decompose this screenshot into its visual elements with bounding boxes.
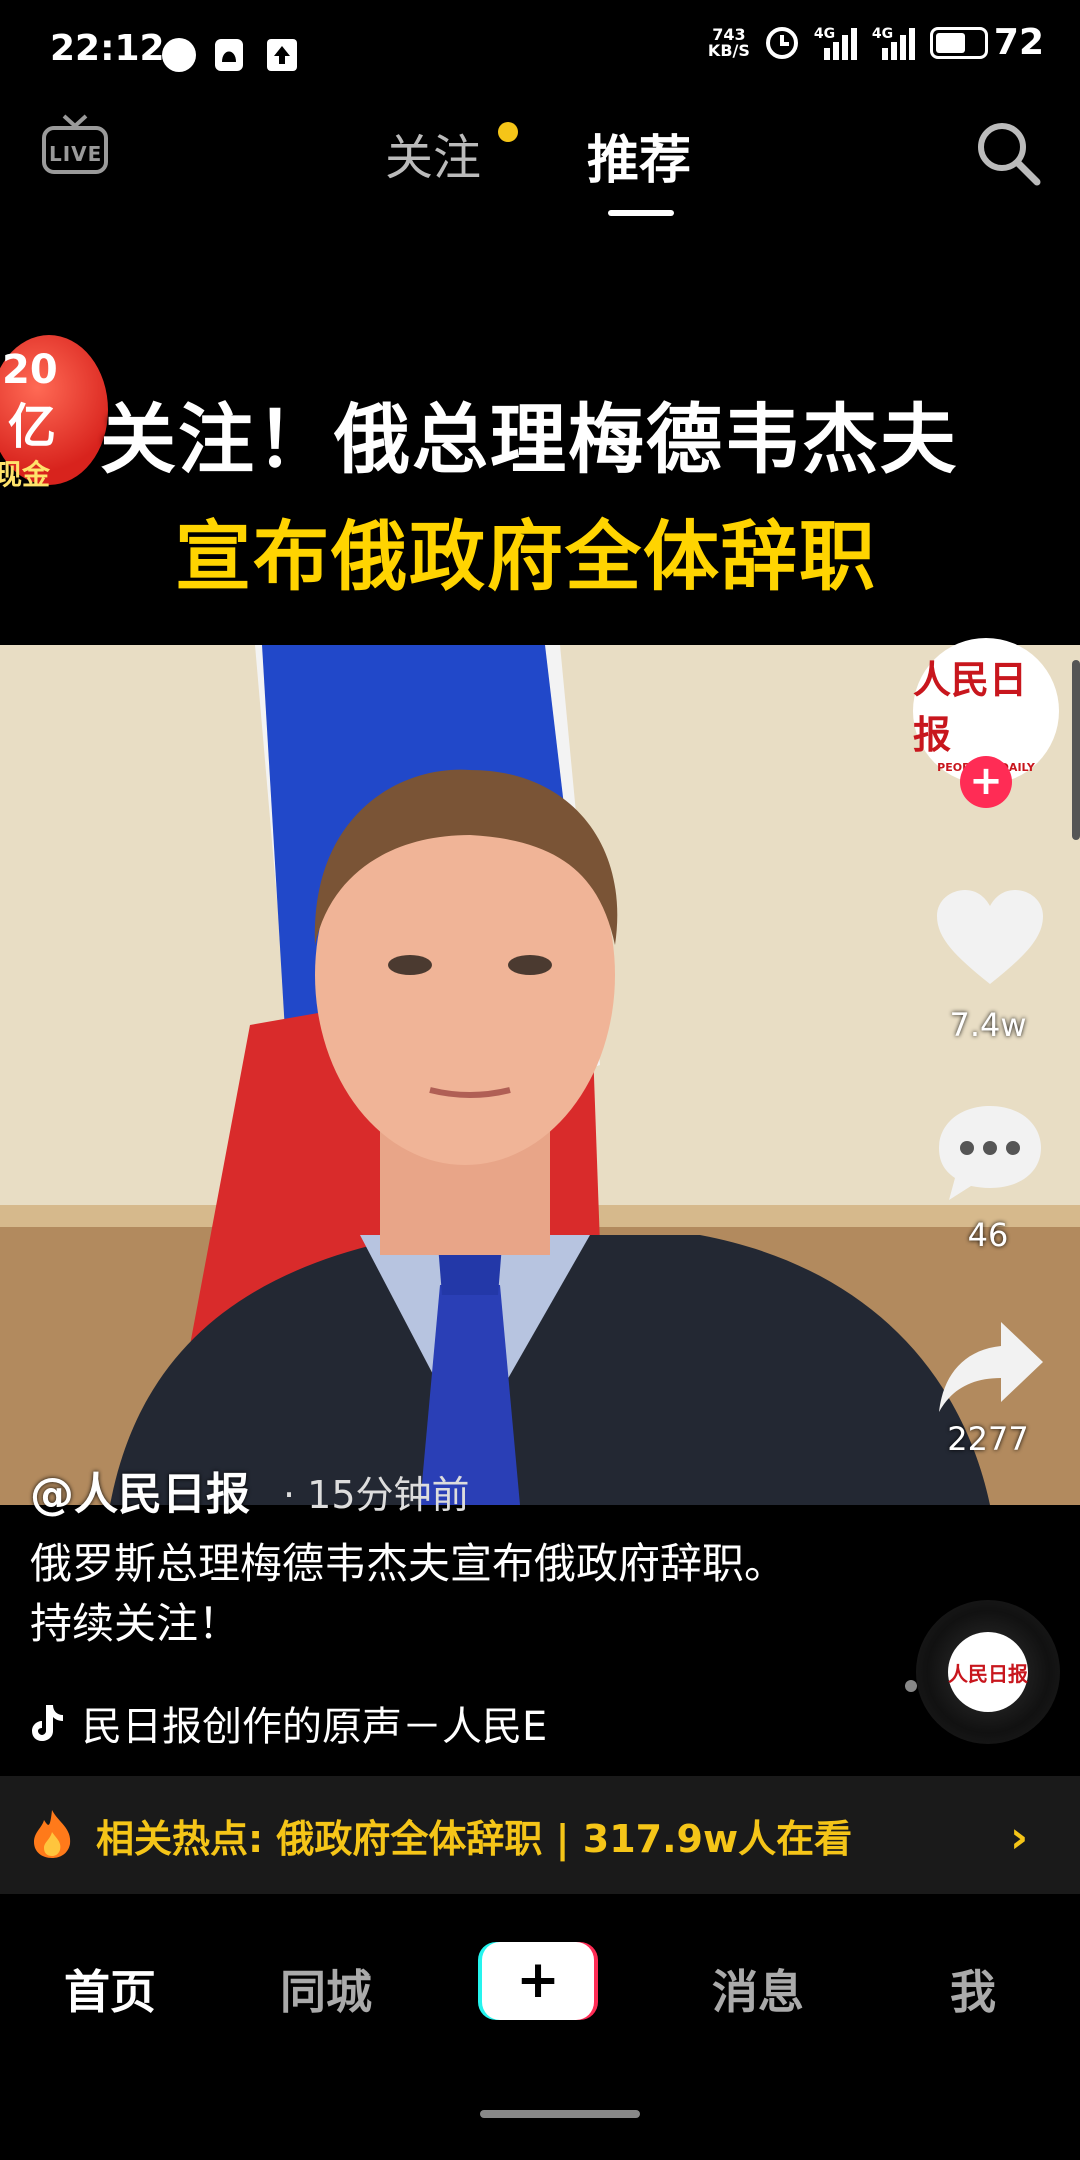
promo-unit: 亿	[8, 399, 57, 455]
status-icons: 743 KB/S 4G 4G 72	[708, 22, 1044, 63]
avatar-logo-text: 人民日报	[913, 656, 1028, 757]
alarm-icon	[765, 26, 798, 59]
network-speed-unit: KB/S	[707, 40, 750, 60]
share-icon	[939, 1322, 1043, 1412]
follow-notification-dot	[498, 122, 518, 142]
tab-follow[interactable]: 关注	[385, 118, 481, 188]
music-info[interactable]: 民日报创作的原声－人民E	[30, 1694, 547, 1752]
signal1-label: 4G	[813, 25, 836, 42]
comment-button[interactable]	[935, 1102, 1045, 1206]
like-count: 7.4w	[949, 1006, 1027, 1044]
comment-icon	[939, 1106, 1041, 1200]
battery-level: 72	[993, 22, 1044, 63]
comment-count: 46	[967, 1216, 1009, 1254]
nav-city[interactable]: 同城	[280, 1956, 372, 2022]
post-caption: 俄罗斯总理梅德韦杰夫宣布俄政府辞职。持续关注！	[30, 1539, 787, 1648]
nav-messages[interactable]: 消息	[712, 1956, 804, 2022]
plus-icon: +	[482, 1942, 594, 2020]
battery-icon	[929, 26, 988, 59]
scroll-indicator	[1072, 660, 1080, 840]
signal-icon-2: 4G	[872, 26, 916, 60]
music-note-dot	[905, 1680, 917, 1692]
nav-me[interactable]: 我	[950, 1956, 996, 2022]
home-indicator[interactable]	[480, 2110, 640, 2118]
fire-icon	[30, 1808, 74, 1864]
cash-promo-badge[interactable]: 20 亿 现金	[0, 335, 108, 505]
video-headline-line2: 宣布俄政府全体辞职	[175, 512, 877, 601]
heart-icon	[937, 890, 1043, 984]
music-title: 民日报创作的原声－人民E	[82, 1704, 548, 1750]
tiktok-note-icon	[32, 1705, 63, 1741]
battery-fill	[935, 32, 965, 53]
qq-icon	[214, 38, 244, 72]
nav-home[interactable]: 首页	[64, 1956, 156, 2022]
like-button[interactable]	[935, 888, 1045, 992]
video-frame-image	[0, 645, 1080, 1505]
live-button[interactable]: LIVE	[40, 112, 110, 180]
active-tab-indicator	[608, 210, 674, 216]
hot-topic-text: 相关热点: 俄政府全体辞职 | 317.9w人在看	[96, 1817, 853, 1861]
top-nav	[0, 84, 1080, 224]
tab-recommend[interactable]: 推荐	[587, 118, 691, 193]
promo-label: 现金	[0, 458, 51, 491]
chevron-right-icon[interactable]: ›	[1010, 1812, 1028, 1863]
search-button[interactable]	[975, 120, 1041, 190]
author-name[interactable]: @人民日报	[30, 1458, 250, 1522]
chat-icon	[162, 38, 196, 72]
video-player[interactable]	[0, 645, 1080, 1505]
battery: 72	[929, 22, 1044, 63]
signal2-label: 4G	[871, 25, 894, 42]
post-time: · 15分钟前	[283, 1473, 470, 1517]
share-button[interactable]	[935, 1318, 1045, 1422]
share-count: 2277	[947, 1420, 1029, 1458]
live-label: LIVE	[49, 142, 103, 166]
network-speed: 743 KB/S	[707, 26, 750, 60]
signal-icon-1: 4G	[814, 26, 858, 60]
upload-icon	[266, 38, 298, 72]
search-icon	[978, 123, 1041, 186]
status-time: 22:12	[50, 28, 165, 69]
music-disc-cover: 人民日报	[948, 1632, 1028, 1712]
follow-author-button[interactable]: +	[960, 756, 1012, 808]
video-headline-line1: 关注！俄总理梅德韦杰夫	[100, 395, 958, 484]
create-button[interactable]: +	[478, 1942, 598, 2020]
